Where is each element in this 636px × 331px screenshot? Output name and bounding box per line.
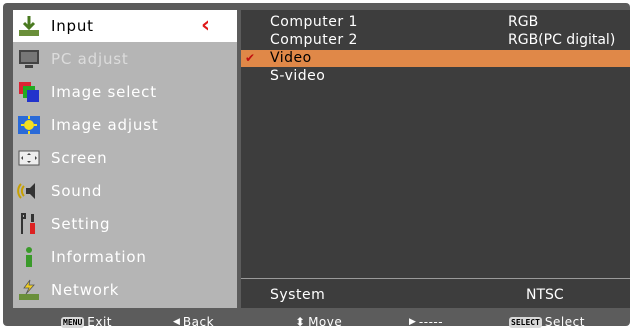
input-icon [19,16,39,36]
information-icon [26,247,32,267]
select-hint: SELECT Select [509,315,585,329]
sidebar-item-label: Network [51,281,120,299]
back-label: Back [182,315,215,329]
sidebar-item-input[interactable]: Input ‹ [13,10,237,42]
network-icon [19,279,39,300]
active-marker-icon: ‹ [201,13,211,38]
option-label: Video [270,50,312,66]
option-video[interactable]: ✔ Video [241,50,630,67]
sidebar-item-image-select[interactable]: Image select [13,76,237,108]
next-label: ----- [418,315,444,329]
menu-key-icon: MENU [61,316,85,328]
pc-adjust-icon [19,50,39,68]
footer-guide: MENU Exit ◀ Back ⬍ Move ▶ ----- SELECT S… [13,312,630,331]
next-hint: ▶ ----- [409,315,443,329]
option-computer-2[interactable]: Computer 2 RGB(PC digital) [241,32,630,49]
sidebar-item-label: Information [51,248,147,266]
option-s-video[interactable]: S-video [241,68,630,85]
sidebar-item-sound[interactable]: Sound [13,175,237,207]
move-hint: ⬍ Move [295,315,342,329]
sidebar-item-label: Image select [51,83,157,101]
check-icon: ✔ [245,51,256,65]
up-down-arrow-icon: ⬍ [295,315,306,329]
back-hint: ◀ Back [173,315,214,329]
sound-icon [17,183,35,199]
left-arrow-icon: ◀ [173,317,180,327]
system-value: NTSC [526,287,564,303]
exit-label: Exit [87,315,112,329]
sidebar-item-label: PC adjust [51,50,129,68]
option-label: Computer 2 [270,32,358,48]
move-label: Move [308,315,343,329]
sidebar-item-label: Screen [51,149,108,167]
exit-hint: MENU Exit [61,315,112,329]
image-adjust-icon [18,116,40,134]
sidebar-item-label: Sound [51,182,103,200]
option-computer-1[interactable]: Computer 1 RGB [241,14,630,31]
option-label: S-video [270,68,326,84]
option-value: RGB(PC digital) [508,32,616,48]
setting-icon [21,213,35,234]
sidebar-item-image-adjust[interactable]: Image adjust [13,109,237,141]
sidebar-item-label: Setting [51,215,111,233]
screen-icon [18,150,40,166]
sidebar-item-pc-adjust[interactable]: PC adjust [13,43,237,75]
image-select-icon [19,82,39,102]
sidebar-item-setting[interactable]: Setting [13,208,237,240]
sidebar-item-network[interactable]: Network [13,274,237,306]
sidebar-item-screen[interactable]: Screen [13,142,237,174]
select-key-icon: SELECT [509,316,542,328]
sidebar-item-label: Input [51,17,94,35]
sidebar-item-label: Image adjust [51,116,159,134]
option-label: Computer 1 [270,14,358,30]
system-status: System NTSC [241,278,630,309]
sidebar-item-information[interactable]: Information [13,241,237,273]
select-label: Select [544,315,585,329]
system-label: System [270,287,326,303]
sidebar: Input ‹ PC adjust Image select Image adj… [13,10,237,308]
input-options-panel: Computer 1 RGB Computer 2 RGB(PC digital… [241,10,630,308]
option-value: RGB [508,14,539,30]
right-arrow-icon: ▶ [409,317,416,327]
